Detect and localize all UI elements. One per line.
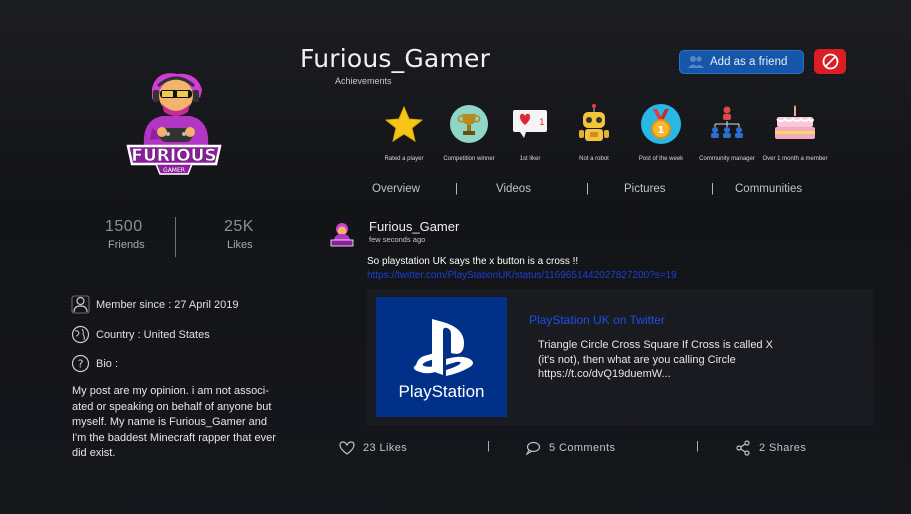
- post-link[interactable]: https://twitter.com/PlayStationUK/status…: [367, 270, 677, 281]
- achievement-label: Over 1 month a member: [762, 156, 828, 162]
- achievement-over-1-month-member: Over 1 month a member: [762, 102, 828, 163]
- heart-outline-icon: [339, 441, 355, 455]
- friends-label[interactable]: Friends: [108, 239, 145, 251]
- tab-overview[interactable]: Overview: [372, 183, 420, 195]
- likes-count: 25K: [224, 218, 254, 235]
- profile-name: Furious_Gamer: [300, 44, 491, 73]
- footer-separator: |: [487, 440, 490, 452]
- playstation-logo-icon: PlayStation: [399, 319, 485, 401]
- block-button[interactable]: [814, 49, 846, 74]
- trophy-icon: [450, 105, 488, 143]
- share-button[interactable]: 2 Shares: [735, 440, 806, 456]
- post-author-name[interactable]: Furious_Gamer: [369, 219, 459, 234]
- tab-separator: |: [455, 183, 458, 195]
- logo-subtext: GAMER: [163, 167, 185, 174]
- add-user-icon: [688, 56, 704, 68]
- robot-icon: [579, 104, 609, 141]
- tab-videos[interactable]: Videos: [496, 183, 531, 195]
- post-author-avatar: [330, 223, 354, 247]
- likes-count-label: 23 Likes: [363, 442, 408, 454]
- add-friend-button[interactable]: Add as a friend: [679, 50, 804, 74]
- medal-icon: 1: [641, 104, 681, 144]
- comment-icon: [525, 441, 541, 456]
- bio-label: Bio :: [96, 357, 119, 370]
- link-preview-image: PlayStation: [376, 297, 507, 417]
- block-icon: [822, 53, 838, 70]
- tab-pictures[interactable]: Pictures: [624, 183, 666, 195]
- achievement-post-of-the-week: 1 Post of the week: [628, 102, 694, 163]
- org-chart-icon: [711, 106, 743, 138]
- tab-separator: |: [586, 183, 589, 195]
- question-icon: ?: [71, 354, 90, 373]
- heart-bubble-icon: 1: [513, 110, 547, 138]
- stats-divider: [175, 217, 176, 257]
- achievement-community-manager: Community manager: [694, 102, 760, 163]
- achievement-rated-a-player: Rated a player: [371, 102, 437, 163]
- post-text: So playstation UK says the x button is a…: [367, 256, 579, 267]
- playstation-wordmark: PlayStation: [399, 382, 485, 401]
- profile-avatar-logo: FURIOUS GAMER: [126, 73, 222, 175]
- globe-icon: [71, 325, 90, 344]
- bio-row: ? Bio :: [71, 354, 118, 373]
- achievement-label: Not a robot: [579, 156, 609, 162]
- shares-count-label: 2 Shares: [759, 442, 807, 454]
- achievement-competition-winner: Competition winner: [436, 102, 502, 163]
- svg-text:1: 1: [658, 125, 665, 136]
- achievement-label: 1st liker: [519, 156, 541, 162]
- svg-text:?: ?: [78, 358, 84, 371]
- country-text: Country : United States: [96, 328, 210, 341]
- user-badge-icon: [71, 295, 90, 314]
- achievement-label: Competition winner: [443, 156, 495, 162]
- bio-text: My post are my opinion. i am not associ-…: [72, 385, 276, 459]
- cake-icon: [775, 105, 815, 139]
- profile-tabs: Overview | Videos | Pictures | Communiti…: [368, 183, 818, 199]
- link-preview-description: Triangle Circle Cross Square If Cross is…: [538, 339, 773, 380]
- likes-label[interactable]: Likes: [227, 239, 253, 251]
- add-friend-label: Add as a friend: [710, 56, 788, 68]
- star-icon: [385, 105, 423, 143]
- achievement-label: Post of the week: [638, 156, 684, 162]
- comments-count-label: 5 Comments: [549, 442, 616, 454]
- achievement-not-a-robot: Not a robot: [561, 102, 627, 163]
- link-preview-title[interactable]: PlayStation UK on Twitter: [529, 313, 665, 327]
- share-icon: [736, 440, 750, 456]
- achievement-1st-liker: 1 1st liker: [497, 102, 563, 163]
- member-since-row: Member since : 27 April 2019: [71, 295, 238, 314]
- friends-count: 1500: [105, 218, 143, 235]
- achievement-label: Community manager: [699, 156, 755, 162]
- svg-text:1: 1: [539, 118, 545, 128]
- achievements-label: Achievements: [335, 76, 392, 86]
- tab-communities[interactable]: Communities: [735, 183, 802, 195]
- member-since-text: Member since : 27 April 2019: [96, 298, 239, 311]
- tab-separator: |: [711, 183, 714, 195]
- post-timestamp: few seconds ago: [369, 235, 426, 244]
- like-button[interactable]: 23 Likes: [339, 440, 407, 456]
- comment-button[interactable]: 5 Comments: [525, 440, 615, 456]
- achievement-label: Rated a player: [384, 156, 424, 162]
- footer-separator: |: [696, 440, 699, 452]
- country-row: Country : United States: [71, 325, 210, 344]
- logo-text: FURIOUS: [131, 146, 216, 166]
